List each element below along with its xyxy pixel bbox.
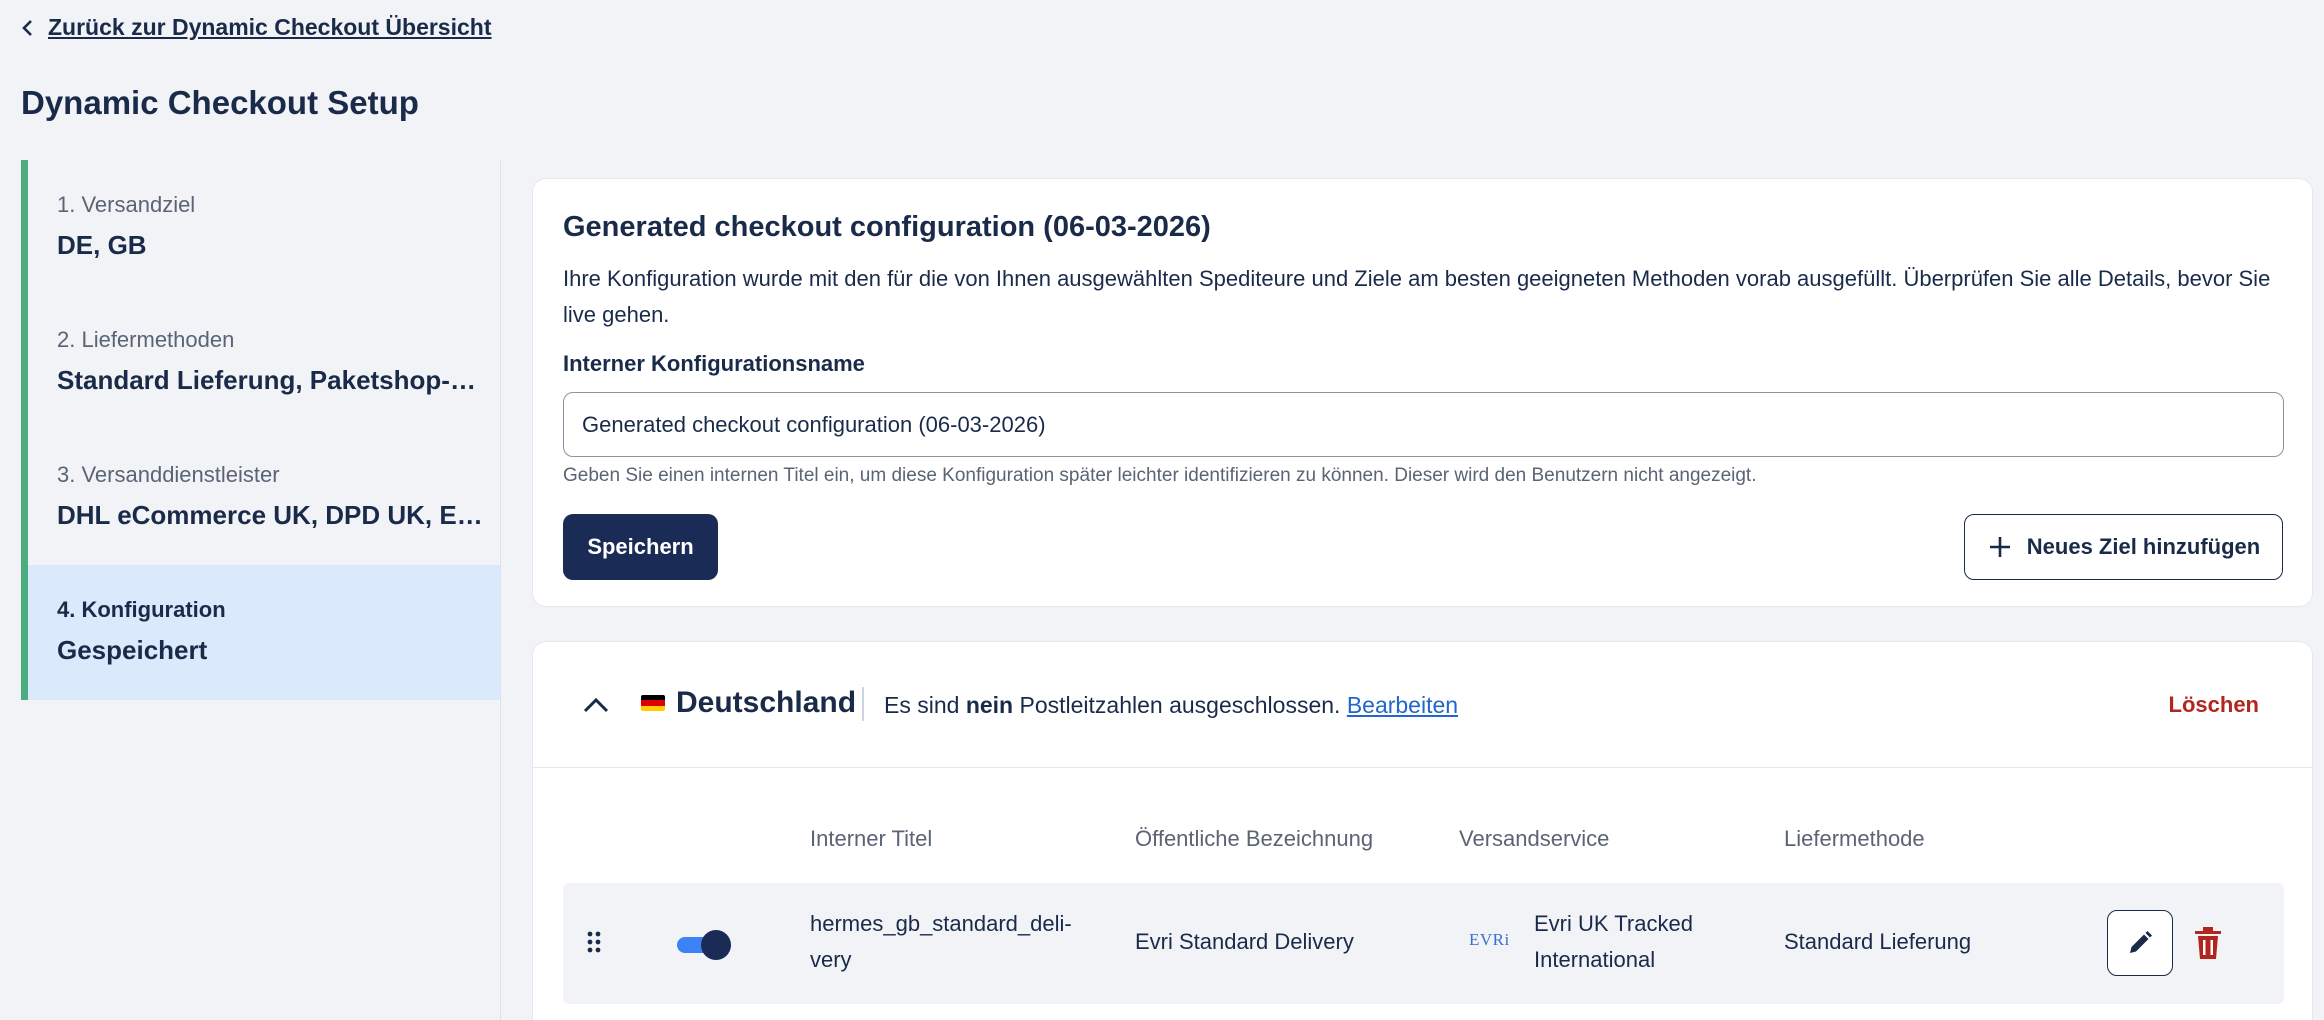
table-row: hermes_gb_standard_deli- very Evri Stand… xyxy=(563,883,2284,1004)
step-value: DE, GB xyxy=(57,230,147,260)
column-header-public-name: Öffentliche Bezeichnung xyxy=(1135,826,1374,851)
postcode-info-bold: nein xyxy=(965,692,1014,718)
country-header: Deutschland Es sind nein Postleitzahlen … xyxy=(533,642,2312,768)
pencil-icon xyxy=(2130,931,2152,953)
step-value: DHL eCommerce UK, DPD UK, EVRi xyxy=(57,500,487,530)
step-label: 3. Versanddienstleister xyxy=(57,462,280,487)
add-destination-label: Neues Ziel hinzufügen xyxy=(2026,534,2261,559)
flag-stripe xyxy=(641,705,665,711)
save-button[interactable]: Speichern xyxy=(563,514,718,580)
postcode-info-prefix: Es sind xyxy=(884,692,960,718)
trash-icon[interactable] xyxy=(2193,926,2223,960)
shipping-service-cell: Evri UK Tracked International xyxy=(1534,911,1693,972)
germany-flag-icon xyxy=(641,695,665,711)
public-name-cell: Evri Standard Delivery xyxy=(1135,929,1354,954)
config-name-hint: Geben Sie einen internen Titel ein, um d… xyxy=(563,465,1757,486)
step-label: 1. Versandziel xyxy=(57,192,196,217)
delivery-method-cell: Standard Lieferung xyxy=(1784,929,1972,954)
postcode-info-suffix: Postleitzahlen ausgeschlossen. xyxy=(1019,692,1341,718)
evri-logo: EVRi xyxy=(1469,930,1510,949)
column-header-delivery-method: Liefermethode xyxy=(1784,826,1925,851)
sidebar-divider xyxy=(500,160,501,1020)
divider xyxy=(862,687,864,721)
edit-row-button[interactable] xyxy=(2107,910,2173,976)
config-title: Generated checkout configuration (06-03-… xyxy=(563,211,1211,243)
step-label: 4. Konfiguration xyxy=(57,597,226,622)
step-configuration[interactable]: 4. Konfiguration Gespeichert xyxy=(28,565,500,700)
step-carriers[interactable]: 3. Versanddienstleister DHL eCommerce UK… xyxy=(28,430,500,565)
config-name-input[interactable] xyxy=(563,392,2284,457)
edit-postcodes-link[interactable]: Bearbeiten xyxy=(1347,692,1458,718)
config-name-label: Interner Konfigurationsname xyxy=(563,351,865,376)
column-header-shipping-service: Versandservice xyxy=(1459,826,1610,851)
config-card: Generated checkout configuration (06-03-… xyxy=(532,178,2313,607)
step-list: 1. Versandziel DE, GB 2. Liefermethoden … xyxy=(21,160,500,700)
country-name: Deutschland xyxy=(676,686,857,719)
enabled-toggle[interactable] xyxy=(677,930,731,960)
chevron-left-icon xyxy=(22,19,32,36)
step-destination[interactable]: 1. Versandziel DE, GB xyxy=(28,160,500,295)
step-label: 2. Liefermethoden xyxy=(57,327,235,352)
internal-title-cell: hermes_gb_standard_deli- very xyxy=(810,911,1072,972)
plus-icon xyxy=(1989,537,2010,557)
step-value: Gespeichert xyxy=(57,635,208,665)
toggle-knob xyxy=(701,930,731,960)
postcode-info: Es sind nein Postleitzahlen ausgeschloss… xyxy=(884,692,1458,719)
country-card: Deutschland Es sind nein Postleitzahlen … xyxy=(532,641,2313,1020)
column-header-internal-title: Interner Titel xyxy=(810,826,933,851)
config-description: Ihre Konfiguration wurde mit den für die… xyxy=(563,266,2271,327)
back-link[interactable]: Zurück zur Dynamic Checkout Übersicht xyxy=(18,14,492,41)
step-delivery-methods[interactable]: 2. Liefermethoden Standard Lieferung, Pa… xyxy=(28,295,500,430)
chevron-up-icon[interactable] xyxy=(581,690,611,720)
page-title: Dynamic Checkout Setup xyxy=(21,84,419,121)
add-destination-button[interactable]: Neues Ziel hinzufügen xyxy=(1964,514,2283,580)
back-link-label: Zurück zur Dynamic Checkout Übersicht xyxy=(48,14,492,40)
delete-country-button[interactable]: Löschen xyxy=(2169,692,2259,718)
step-value: Standard Lieferung, Paketshop-… xyxy=(57,365,476,395)
drag-handle-icon[interactable] xyxy=(587,930,601,954)
